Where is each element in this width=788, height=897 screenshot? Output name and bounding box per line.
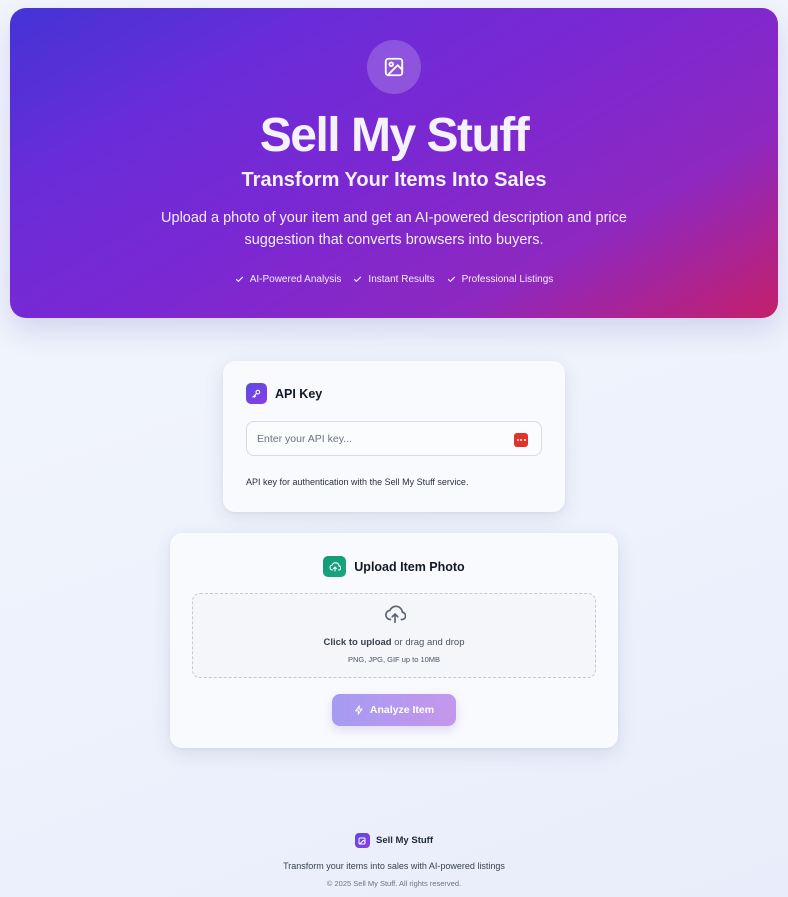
api-key-card: API Key API key for authentication with … xyxy=(223,361,565,512)
analyze-item-label: Analyze Item xyxy=(369,704,435,716)
more-dots-icon[interactable] xyxy=(514,433,528,447)
analyze-item-button[interactable]: Analyze Item xyxy=(332,694,456,726)
api-key-input[interactable] xyxy=(247,422,541,455)
footer-copyright: © 2025 Sell My Stuff. All rights reserve… xyxy=(326,879,462,888)
feature-item: AI-Powered Analysis xyxy=(235,274,342,285)
key-icon xyxy=(246,383,267,404)
upload-header: Upload Item Photo xyxy=(170,556,618,577)
feature-list: AI-Powered Analysis Instant Results Prof… xyxy=(10,274,778,285)
feature-label: Professional Listings xyxy=(461,274,554,285)
hero-description: Upload a photo of your item and get an A… xyxy=(161,210,627,248)
feature-item: Instant Results xyxy=(353,274,435,285)
api-key-title: API Key xyxy=(275,386,323,401)
upload-cloud-icon xyxy=(323,556,347,577)
dropzone-instructions: Click to upload or drag and drop xyxy=(193,637,595,648)
image-icon xyxy=(367,40,421,94)
upload-card: Upload Item Photo Click to upload or dra… xyxy=(170,533,618,748)
api-key-field-wrapper xyxy=(246,421,542,456)
feature-label: Instant Results xyxy=(368,274,435,285)
check-icon xyxy=(235,276,243,282)
check-icon xyxy=(354,276,362,282)
hero-banner: Sell My Stuff Transform Your Items Into … xyxy=(10,8,778,318)
footer-brand-name: Sell My Stuff xyxy=(375,835,433,846)
upload-title: Upload Item Photo xyxy=(354,559,465,574)
app-title: Sell My Stuff xyxy=(259,109,530,162)
api-key-header: API Key xyxy=(246,383,322,404)
footer-brand: Sell My Stuff xyxy=(0,833,788,848)
upload-cloud-icon xyxy=(384,603,407,630)
file-type-hint: PNG, JPG, GIF up to 10MB xyxy=(347,655,441,664)
image-icon xyxy=(354,833,370,848)
drag-drop-text: or drag and drop xyxy=(391,637,465,648)
feature-label: AI-Powered Analysis xyxy=(249,274,342,285)
upload-dropzone[interactable]: Click to upload or drag and drop PNG, JP… xyxy=(192,593,596,678)
feature-item: Professional Listings xyxy=(447,274,554,285)
check-icon xyxy=(447,276,455,282)
api-key-help-text: API key for authentication with the Sell… xyxy=(246,477,469,487)
click-to-upload-link[interactable]: Click to upload xyxy=(324,637,392,648)
lightning-icon xyxy=(355,705,363,715)
footer-tagline: Transform your items into sales with AI-… xyxy=(283,861,505,871)
hero-subtitle: Transform Your Items Into Sales xyxy=(241,169,547,191)
